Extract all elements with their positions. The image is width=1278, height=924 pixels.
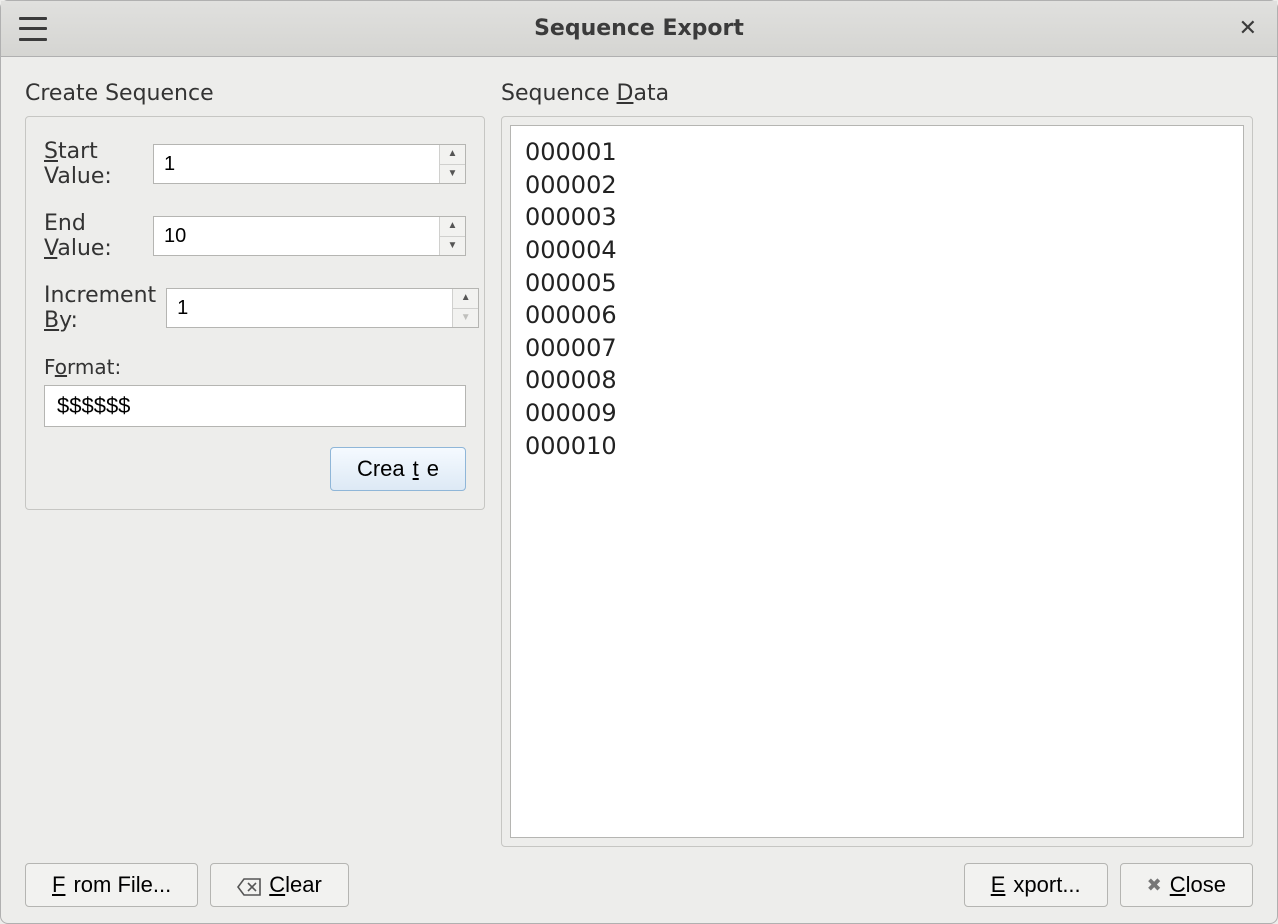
sequence-data-heading: Sequence Data: [501, 81, 1253, 106]
close-button[interactable]: ✖ Close: [1120, 863, 1253, 907]
end-value-label: End Value:: [44, 211, 143, 261]
increment-by-spinner[interactable]: ▲ ▼: [166, 288, 479, 328]
increment-by-label: Increment By:: [44, 283, 156, 333]
end-value-input[interactable]: [154, 217, 439, 255]
format-input[interactable]: [44, 385, 466, 427]
start-value-down[interactable]: ▼: [440, 165, 465, 184]
clear-button[interactable]: Clear: [210, 863, 349, 907]
create-sequence-heading: Create Sequence: [25, 81, 485, 106]
backspace-icon: [237, 876, 261, 894]
increment-by-up[interactable]: ▲: [453, 289, 478, 309]
close-x-icon: ✖: [1147, 876, 1162, 894]
end-value-up[interactable]: ▲: [440, 217, 465, 237]
from-file-button[interactable]: From File...: [25, 863, 198, 907]
format-label: Format:: [44, 355, 121, 379]
end-value-spinner[interactable]: ▲ ▼: [153, 216, 466, 256]
start-value-label: Start Value:: [44, 139, 143, 189]
create-button[interactable]: Create: [330, 447, 466, 491]
titlebar: Sequence Export ✕: [1, 1, 1277, 57]
close-icon[interactable]: ✕: [1239, 18, 1257, 40]
window-title: Sequence Export: [534, 16, 744, 41]
sequence-data-group: [501, 116, 1253, 847]
export-button[interactable]: Export...: [964, 863, 1108, 907]
create-sequence-group: Start Value: ▲ ▼ End Value: ▲ ▼: [25, 116, 485, 510]
increment-by-down[interactable]: ▼: [453, 309, 478, 328]
start-value-input[interactable]: [154, 145, 439, 183]
start-value-up[interactable]: ▲: [440, 145, 465, 165]
increment-by-input[interactable]: [167, 289, 452, 327]
dialog-footer: From File... Clear Export... ✖ Close: [1, 847, 1277, 923]
sequence-data-textarea[interactable]: [510, 125, 1244, 838]
start-value-spinner[interactable]: ▲ ▼: [153, 144, 466, 184]
end-value-down[interactable]: ▼: [440, 237, 465, 256]
hamburger-menu-icon[interactable]: [19, 17, 47, 41]
